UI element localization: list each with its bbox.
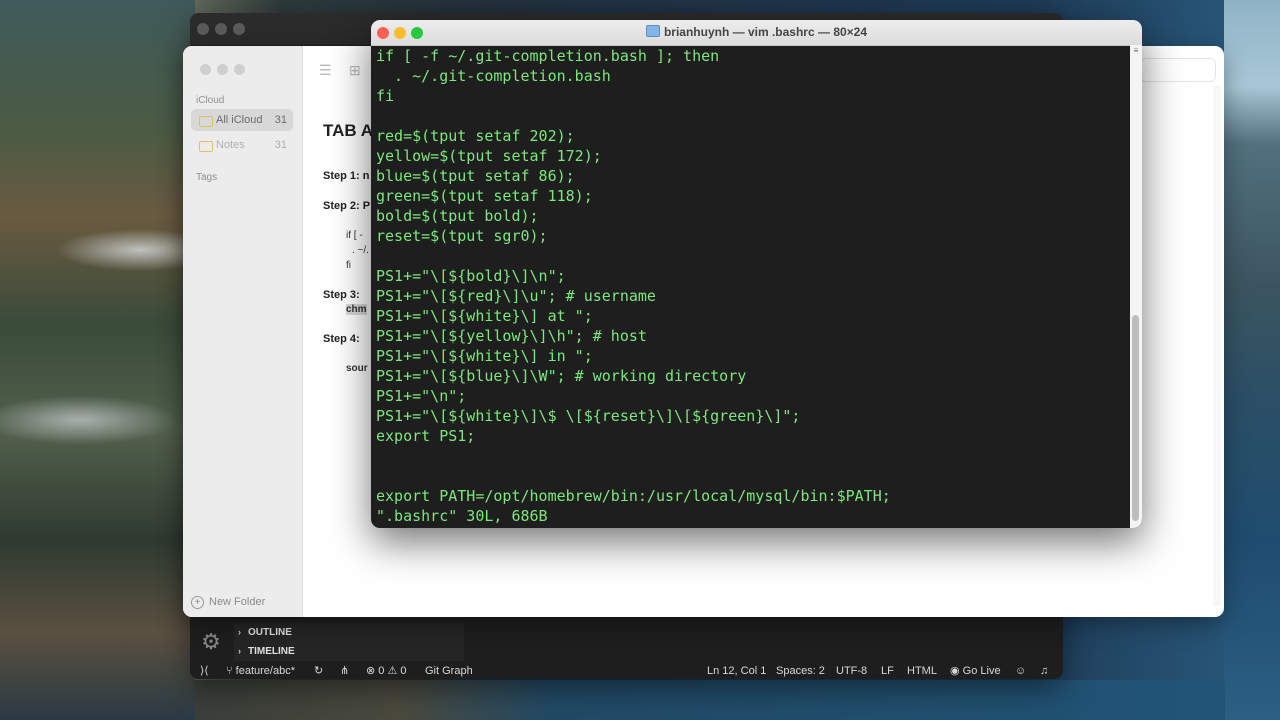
go-live-button[interactable]: ◉ Go Live	[950, 663, 1001, 679]
new-folder-button[interactable]: + New Folder	[191, 596, 265, 609]
terminal-line: export PATH=/opt/homebrew/bin:/usr/local…	[376, 487, 891, 505]
terminal-line: PS1+="\n";	[376, 387, 467, 405]
folder-label: All iCloud	[216, 114, 263, 126]
notes-scrollbar[interactable]	[1213, 86, 1221, 606]
folder-icon	[645, 25, 660, 37]
note-code-line: . ~/.	[352, 245, 369, 256]
vscode-close-button[interactable]	[197, 23, 209, 35]
folder-icon	[199, 141, 213, 152]
note-step-4: Step 4:	[323, 333, 360, 345]
terminal-line: if [ -f ~/.git-completion.bash ]; then	[376, 47, 720, 65]
terminal-scroll-thumb[interactable]	[1132, 315, 1139, 521]
vscode-status-bar: ⟩⟨ ⑂ feature/abc* ↻ ⋔ ⊗ 0 ⚠ 0 Git Graph …	[190, 663, 1063, 679]
notes-close-button[interactable]	[200, 64, 211, 75]
timeline-section-header[interactable]: › TIMELINE	[234, 642, 464, 661]
scroll-marker-icon: ≡	[1133, 46, 1139, 55]
folder-label: Notes	[216, 139, 245, 151]
terminal-line: PS1+="\[${white}\]\$ \[${reset}\]\[${gre…	[376, 407, 801, 425]
note-step-1: Step 1: n	[323, 170, 370, 182]
gallery-view-icon[interactable]: ⊞	[349, 62, 361, 79]
desktop-wallpaper-left	[0, 0, 195, 720]
error-count: 0	[378, 665, 385, 677]
terminal-line: bold=$(tput bold);	[376, 207, 539, 225]
encoding-status[interactable]: UTF-8	[836, 663, 867, 679]
git-icon[interactable]: ⋔	[340, 663, 349, 679]
notes-zoom-button[interactable]	[234, 64, 245, 75]
terminal-line: PS1+="\[${bold}\]\n";	[376, 267, 566, 285]
terminal-line: PS1+="\[${white}\] in ";	[376, 347, 593, 365]
note-step-3: Step 3:	[323, 289, 360, 301]
chevron-right-icon: ›	[238, 646, 241, 656]
terminal-scrollbar[interactable]: ≡	[1130, 45, 1142, 528]
terminal-line: blue=$(tput setaf 86);	[376, 167, 575, 185]
folder-icon	[199, 116, 213, 127]
remote-icon[interactable]: ⟩⟨	[200, 663, 209, 679]
note-code-line: if [ -	[346, 230, 363, 241]
terminal-line: PS1+="\[${yellow}\]\h"; # host	[376, 327, 647, 345]
terminal-line: yellow=$(tput setaf 172);	[376, 147, 602, 165]
terminal-title: brianhuynh — vim .bashrc — 80×24	[371, 25, 1142, 39]
plus-icon: +	[191, 596, 204, 609]
chevron-right-icon: ›	[238, 627, 241, 637]
note-step-2: Step 2: P	[323, 200, 371, 212]
problems-status[interactable]: ⊗ 0 ⚠ 0	[366, 663, 407, 679]
terminal-line: . ~/.git-completion.bash	[376, 67, 611, 85]
language-status[interactable]: HTML	[907, 663, 937, 679]
branch-name: feature/abc*	[235, 665, 295, 677]
note-code-line: sour	[346, 363, 368, 374]
outline-label: OUTLINE	[248, 627, 292, 638]
new-folder-label: New Folder	[209, 596, 266, 608]
eol-status[interactable]: LF	[881, 663, 894, 679]
terminal-content[interactable]: if [ -f ~/.git-completion.bash ]; then .…	[376, 46, 1128, 526]
settings-gear-icon[interactable]: ⚙	[198, 629, 224, 655]
cursor-position[interactable]: Ln 12, Col 1	[707, 663, 766, 679]
warning-count: 0	[400, 665, 407, 677]
folder-notes[interactable]: Notes 31	[191, 134, 293, 156]
desktop-wallpaper-bottom	[195, 680, 1225, 720]
outline-section-header[interactable]: › OUTLINE	[234, 623, 464, 642]
terminal-line: fi	[376, 87, 395, 105]
notes-minimize-button[interactable]	[217, 64, 228, 75]
terminal-title-text: brianhuynh — vim .bashrc — 80×24	[663, 25, 868, 39]
git-graph-button[interactable]: Git Graph	[425, 663, 473, 679]
folder-count: 31	[274, 139, 287, 151]
note-code-line: chm	[346, 304, 367, 315]
terminal-line: PS1+="\[${white}\] at ";	[376, 307, 593, 325]
list-view-icon[interactable]: ☰	[319, 62, 332, 79]
terminal-line: export PS1;	[376, 427, 476, 445]
indentation-status[interactable]: Spaces: 2	[776, 663, 825, 679]
icloud-section-label: iCloud	[196, 95, 225, 106]
terminal-line: PS1+="\[${red}\]\u"; # username	[376, 287, 656, 305]
notes-sidebar: iCloud All iCloud 31 Notes 31 Tags + New …	[183, 46, 303, 617]
terminal-line: reset=$(tput sgr0);	[376, 227, 548, 245]
feedback-icon[interactable]: ☺	[1015, 663, 1026, 679]
vscode-zoom-button[interactable]	[233, 23, 245, 35]
go-live-label: Go Live	[962, 665, 1001, 677]
notes-search-field[interactable]	[1140, 58, 1216, 82]
terminal-line: red=$(tput setaf 202);	[376, 127, 575, 145]
tags-section-label: Tags	[196, 172, 218, 183]
terminal-line: PS1+="\[${blue}\]\W"; # working director…	[376, 367, 747, 385]
note-heading: TAB A	[323, 121, 374, 140]
note-code-line: fi	[346, 260, 351, 271]
terminal-line: ".bashrc" 30L, 686B	[376, 507, 548, 525]
sync-icon[interactable]: ↻	[314, 663, 323, 679]
folder-all-icloud[interactable]: All iCloud 31	[191, 109, 293, 131]
terminal-window: brianhuynh — vim .bashrc — 80×24 if [ -f…	[371, 20, 1142, 528]
notifications-bell-icon[interactable]: ♫	[1040, 663, 1048, 679]
branch-status[interactable]: ⑂ feature/abc*	[226, 663, 295, 679]
desktop-wallpaper-right	[1224, 0, 1280, 720]
terminal-titlebar[interactable]: brianhuynh — vim .bashrc — 80×24	[371, 20, 1142, 46]
vscode-minimize-button[interactable]	[215, 23, 227, 35]
terminal-line: green=$(tput setaf 118);	[376, 187, 593, 205]
folder-count: 31	[274, 114, 287, 126]
timeline-label: TIMELINE	[248, 646, 295, 657]
